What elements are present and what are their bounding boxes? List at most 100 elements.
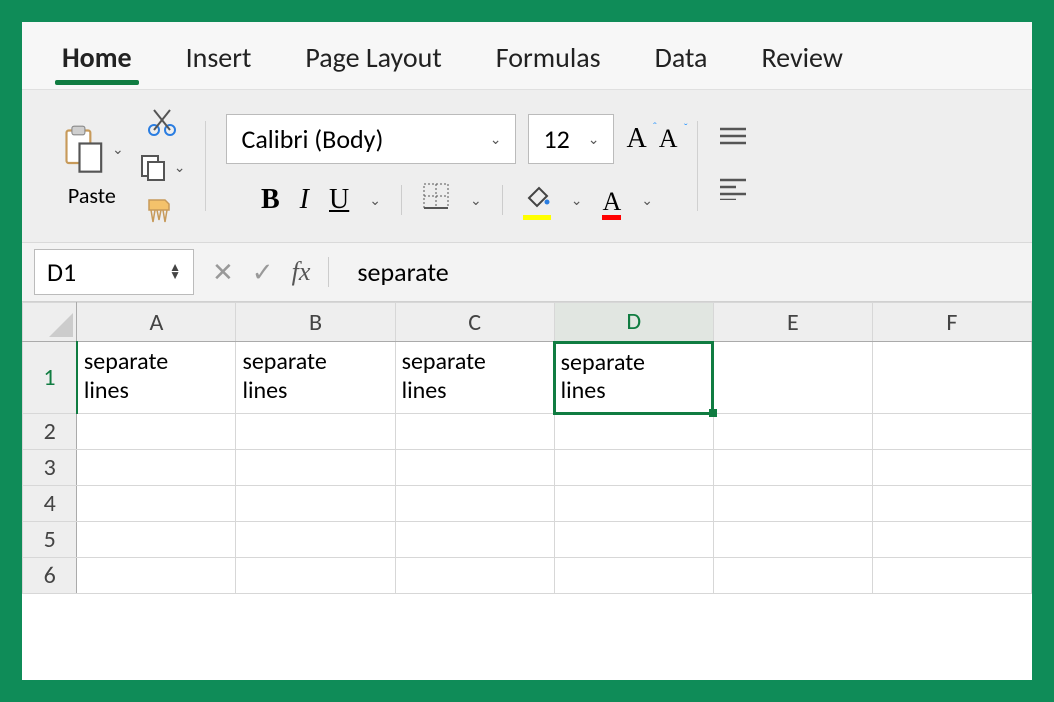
font-name-select[interactable]: Calibri (Body) ⌄: [226, 114, 516, 164]
cell-E4[interactable]: [713, 486, 872, 522]
underline-button[interactable]: U: [329, 184, 349, 216]
font-size-value: 12: [543, 123, 569, 155]
cell-B6[interactable]: [236, 558, 395, 594]
chevron-down-icon[interactable]: ⌄: [470, 192, 482, 209]
bold-button[interactable]: B: [261, 184, 280, 216]
column-header-B[interactable]: B: [236, 303, 395, 342]
paste-button[interactable]: ⌄ Paste: [60, 124, 124, 209]
name-box[interactable]: D1 ▲▼: [34, 249, 194, 295]
copy-icon: [138, 152, 168, 182]
formula-input[interactable]: separate: [347, 256, 1020, 288]
row-header-3[interactable]: 3: [23, 450, 77, 486]
column-header-D[interactable]: D: [554, 303, 713, 342]
ribbon-toolbar: ⌄ Paste ⌄: [22, 90, 1032, 243]
cell-D4[interactable]: [554, 486, 713, 522]
formula-bar: D1 ▲▼ ✕ ✓ fx separate: [22, 243, 1032, 302]
format-painter-button[interactable]: [145, 196, 179, 226]
cell-A4[interactable]: [77, 486, 236, 522]
cell-E3[interactable]: [713, 450, 872, 486]
cell-C6[interactable]: [395, 558, 554, 594]
cell-E1[interactable]: [713, 342, 872, 414]
fill-color-button[interactable]: [523, 183, 551, 218]
cell-A6[interactable]: [77, 558, 236, 594]
cell-D5[interactable]: [554, 522, 713, 558]
font-color-icon: A: [602, 187, 621, 216]
cell-F4[interactable]: [872, 486, 1031, 522]
alignment-group: [698, 127, 768, 205]
cell-F3[interactable]: [872, 450, 1031, 486]
borders-button[interactable]: [422, 182, 450, 218]
cell-C3[interactable]: [395, 450, 554, 486]
column-header-E[interactable]: E: [713, 303, 872, 342]
name-box-value: D1: [47, 256, 76, 288]
accept-formula-button[interactable]: ✓: [252, 256, 274, 288]
column-header-F[interactable]: F: [872, 303, 1031, 342]
chevron-down-icon: ⌄: [112, 141, 124, 158]
cell-A3[interactable]: [77, 450, 236, 486]
tab-formulas[interactable]: Formulas: [474, 32, 623, 89]
cell-B1[interactable]: separate lines: [236, 342, 395, 414]
chevron-down-icon: ⌄: [174, 159, 186, 176]
increase-font-button[interactable]: Aˆ: [626, 123, 646, 155]
chevron-down-icon[interactable]: ⌄: [641, 192, 653, 209]
decrease-font-button[interactable]: Aˇ: [659, 124, 678, 154]
cell-C4[interactable]: [395, 486, 554, 522]
font-color-swatch: [602, 215, 621, 220]
font-size-select[interactable]: 12 ⌄: [528, 114, 614, 164]
copy-button[interactable]: ⌄: [138, 152, 186, 182]
tab-insert[interactable]: Insert: [164, 32, 274, 89]
row-header-1[interactable]: 1: [23, 342, 77, 414]
cell-C1[interactable]: separate lines: [395, 342, 554, 414]
borders-icon: [422, 182, 450, 210]
column-header-C[interactable]: C: [395, 303, 554, 342]
cut-button[interactable]: [146, 106, 178, 138]
cell-D6[interactable]: [554, 558, 713, 594]
chevron-down-icon[interactable]: ⌄: [571, 192, 583, 209]
cell-D2[interactable]: [554, 414, 713, 450]
fill-handle[interactable]: [709, 409, 717, 417]
cell-F5[interactable]: [872, 522, 1031, 558]
cell-F6[interactable]: [872, 558, 1031, 594]
italic-button[interactable]: I: [300, 184, 309, 216]
cell-B4[interactable]: [236, 486, 395, 522]
align-left-button[interactable]: [718, 178, 748, 205]
cell-B3[interactable]: [236, 450, 395, 486]
tab-home[interactable]: Home: [40, 32, 154, 89]
cell-F1[interactable]: [872, 342, 1031, 414]
align-top-icon: [718, 127, 748, 149]
align-top-button[interactable]: [718, 127, 748, 154]
cell-B5[interactable]: [236, 522, 395, 558]
cell-A1[interactable]: separate lines: [77, 342, 236, 414]
cell-D3[interactable]: [554, 450, 713, 486]
font-name-value: Calibri (Body): [241, 123, 383, 155]
clipboard-group: ⌄ Paste ⌄: [40, 106, 205, 226]
tab-data[interactable]: Data: [633, 32, 730, 89]
spreadsheet-grid[interactable]: A B C D E F 1 separate lines separate li…: [22, 302, 1032, 680]
stepper-icon[interactable]: ▲▼: [169, 264, 181, 280]
cell-C2[interactable]: [395, 414, 554, 450]
tab-review[interactable]: Review: [739, 32, 864, 89]
chevron-down-icon[interactable]: ⌄: [369, 192, 381, 209]
row-header-5[interactable]: 5: [23, 522, 77, 558]
row-header-2[interactable]: 2: [23, 414, 77, 450]
row-header-6[interactable]: 6: [23, 558, 77, 594]
cell-E5[interactable]: [713, 522, 872, 558]
cancel-formula-button[interactable]: ✕: [212, 256, 234, 288]
tab-page-layout[interactable]: Page Layout: [283, 32, 463, 89]
caret-down-icon: ˇ: [684, 122, 688, 134]
font-color-button[interactable]: A: [602, 183, 621, 218]
scissors-icon: [146, 106, 178, 138]
row-header-4[interactable]: 4: [23, 486, 77, 522]
paste-label: Paste: [68, 182, 116, 209]
cell-E2[interactable]: [713, 414, 872, 450]
cell-D1[interactable]: separate lines: [554, 342, 713, 414]
cell-C5[interactable]: [395, 522, 554, 558]
cell-A2[interactable]: [77, 414, 236, 450]
cell-F2[interactable]: [872, 414, 1031, 450]
fx-label[interactable]: fx: [292, 257, 311, 287]
cell-B2[interactable]: [236, 414, 395, 450]
column-header-A[interactable]: A: [77, 303, 236, 342]
select-all-corner[interactable]: [23, 303, 77, 342]
cell-E6[interactable]: [713, 558, 872, 594]
cell-A5[interactable]: [77, 522, 236, 558]
